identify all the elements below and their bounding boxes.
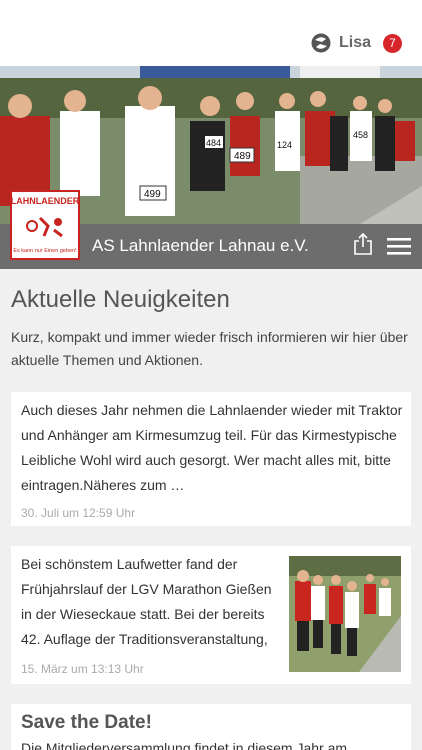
logo-text-bottom: Es kann nur Einen geben! bbox=[13, 248, 77, 254]
top-bar: Lisa 7 bbox=[0, 0, 422, 66]
club-logo: LAHNLAENDER Es kann nur Einen geben! bbox=[10, 190, 80, 260]
hero-bib-1: 499 bbox=[144, 189, 161, 200]
news-card-date: 15. März um 13:13 Uhr bbox=[21, 662, 144, 676]
notification-badge[interactable]: 7 bbox=[383, 33, 402, 53]
user-name[interactable]: Lisa bbox=[339, 34, 371, 52]
hamburger-menu-icon[interactable] bbox=[387, 236, 411, 256]
profile-swirl-icon bbox=[311, 33, 331, 53]
section-title: Aktuelle Neuigkeiten bbox=[11, 286, 230, 313]
section-intro: Kurz, kompakt und immer wieder frisch in… bbox=[11, 329, 408, 368]
club-name: AS Lahnlaender Lahnau e.V. bbox=[92, 236, 309, 255]
news-card-text: Auch dieses Jahr nehmen die Lahnlaender … bbox=[21, 402, 403, 493]
share-icon[interactable] bbox=[352, 232, 374, 256]
news-card[interactable]: Save the Date! Die Mitgliederversammlung… bbox=[11, 704, 411, 750]
news-card-thumbnail bbox=[289, 556, 401, 672]
news-card-date: 30. Juli um 12:59 Uhr bbox=[21, 506, 136, 520]
hero-bib-4: 484 bbox=[206, 138, 221, 148]
hero-bib-2: 489 bbox=[234, 151, 251, 162]
news-card-title: Save the Date! bbox=[21, 712, 152, 733]
logo-text-top: LAHNLAENDER bbox=[12, 196, 78, 206]
news-card-text: Bei schönstem Laufwetter fand der Frühja… bbox=[21, 556, 272, 647]
hero-bib-5: 458 bbox=[353, 130, 368, 140]
hero-bib-3: 124 bbox=[277, 140, 292, 150]
news-card[interactable]: Bei schönstem Laufwetter fand der Frühja… bbox=[11, 546, 411, 684]
news-card-text: Die Mitgliederversammlung findet in dies… bbox=[21, 740, 348, 750]
user-menu[interactable]: Lisa 7 bbox=[311, 33, 402, 53]
news-card[interactable]: Auch dieses Jahr nehmen die Lahnlaender … bbox=[11, 392, 411, 526]
